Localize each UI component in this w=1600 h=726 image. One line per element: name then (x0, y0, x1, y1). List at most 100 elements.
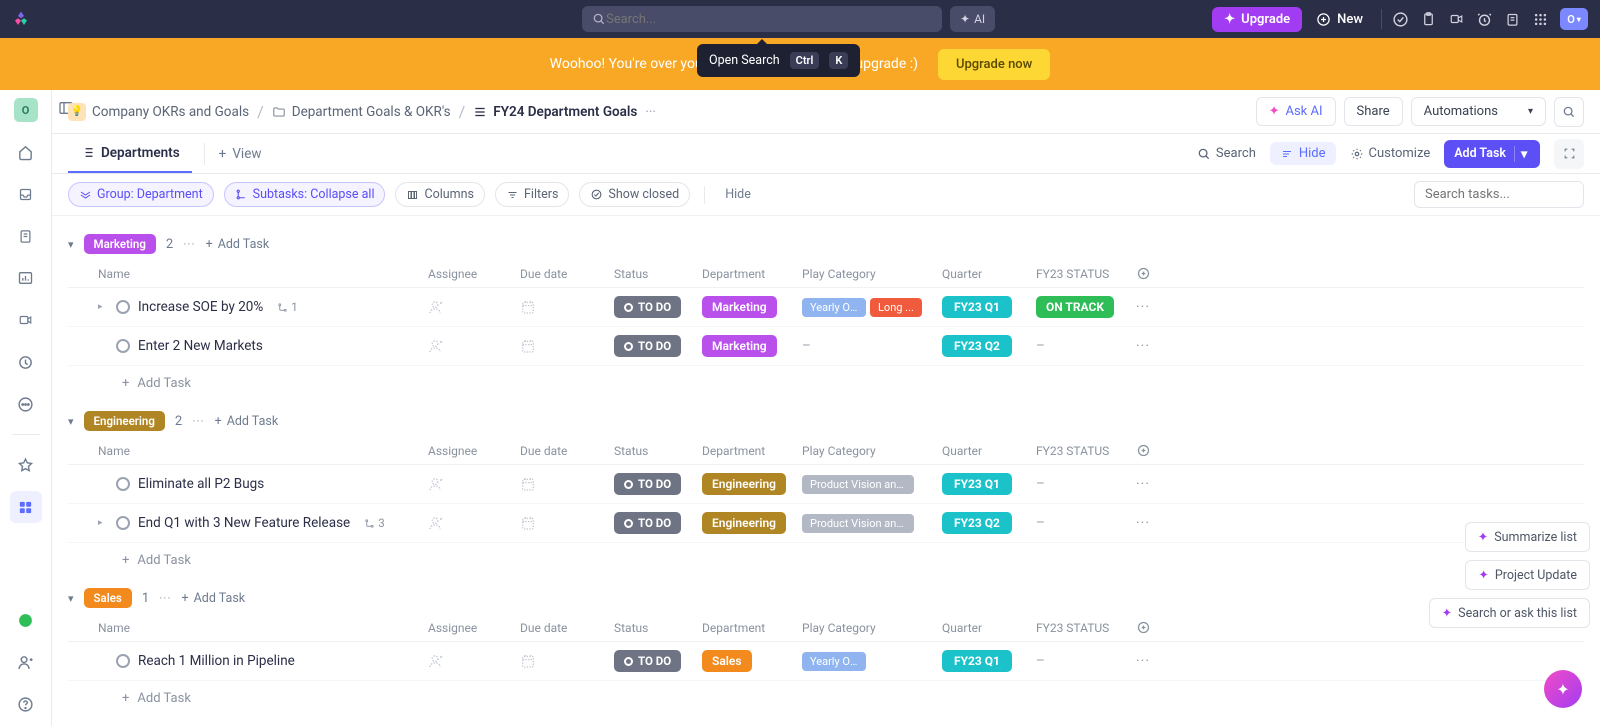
more-icon[interactable] (10, 388, 42, 420)
quarter-pill[interactable]: FY23 Q2 (942, 512, 1012, 534)
view-search[interactable]: Search (1197, 146, 1256, 161)
expand-icon[interactable]: ▸ (98, 302, 108, 312)
apps-grid-icon[interactable] (1526, 5, 1554, 33)
add-column-icon[interactable] (1136, 620, 1166, 635)
task-row[interactable]: Reach 1 Million in Pipeline TO DO Sales … (68, 642, 1584, 681)
task-row[interactable]: Enter 2 New Markets TO DO Marketing – FY… (68, 327, 1584, 366)
invite-icon[interactable] (10, 646, 42, 678)
view-customize[interactable]: Customize (1350, 146, 1431, 161)
col-due[interactable]: Due date (520, 621, 614, 635)
col-fy23[interactable]: FY23 STATUS (1036, 444, 1136, 458)
columns-chip[interactable]: Columns (395, 182, 485, 207)
department-pill[interactable]: Sales (702, 650, 752, 672)
col-department[interactable]: Department (702, 444, 802, 458)
expand-icon[interactable]: ▸ (98, 518, 108, 528)
video-icon[interactable] (1442, 5, 1470, 33)
breadcrumb-more[interactable]: ··· (645, 104, 656, 120)
group-pill[interactable]: Sales (84, 588, 132, 608)
global-search-input[interactable] (606, 12, 932, 27)
col-status[interactable]: Status (614, 444, 702, 458)
summarize-list-button[interactable]: ✦Summarize list (1465, 522, 1590, 552)
status-pill[interactable]: TO DO (614, 335, 681, 357)
search-ask-list-button[interactable]: ✦Search or ask this list (1429, 598, 1590, 628)
status-dot-icon[interactable] (116, 339, 130, 353)
assignee-cell[interactable] (428, 338, 520, 355)
new-button[interactable]: New (1316, 12, 1363, 27)
status-dot-icon[interactable] (116, 516, 130, 530)
task-row[interactable]: ▸ Increase SOE by 20% 1 TO DO Marketing … (68, 288, 1584, 327)
col-due[interactable]: Due date (520, 444, 614, 458)
add-task-row[interactable]: +Add Task (68, 366, 1584, 397)
app-logo-icon[interactable] (12, 10, 30, 28)
col-play[interactable]: Play Category (802, 444, 942, 458)
group-pill[interactable]: Engineering (84, 411, 165, 431)
status-pill[interactable]: TO DO (614, 512, 681, 534)
status-pill[interactable]: TO DO (614, 650, 681, 672)
status-dot-icon[interactable] (116, 654, 130, 668)
group-add-task[interactable]: +Add Task (206, 237, 270, 252)
col-quarter[interactable]: Quarter (942, 444, 1036, 458)
star-icon[interactable] (10, 449, 42, 481)
col-quarter[interactable]: Quarter (942, 267, 1036, 281)
assignee-cell[interactable] (428, 653, 520, 670)
col-name[interactable]: Name (98, 267, 428, 281)
group-add-task[interactable]: +Add Task (182, 591, 246, 606)
fy23-status-pill[interactable]: ON TRACK (1036, 296, 1114, 318)
play-pill[interactable]: Long ... (870, 298, 922, 317)
show-closed-chip[interactable]: Show closed (579, 182, 690, 207)
due-cell[interactable] (520, 338, 614, 354)
col-status[interactable]: Status (614, 621, 702, 635)
search-tasks-input[interactable] (1414, 181, 1584, 208)
assignee-cell[interactable] (428, 476, 520, 493)
upgrade-now-button[interactable]: Upgrade now (938, 49, 1050, 80)
subtask-count[interactable]: 1 (277, 300, 297, 314)
group-pill[interactable]: Marketing (84, 234, 156, 254)
notepad-icon[interactable] (1498, 5, 1526, 33)
play-pill[interactable]: Yearly OKR Sets (802, 652, 866, 671)
workspace-avatar[interactable]: O (14, 98, 38, 122)
search-icon-button[interactable] (1554, 97, 1584, 127)
quarter-pill[interactable]: FY23 Q1 (942, 296, 1012, 318)
ai-button[interactable]: ✦ AI (950, 6, 995, 32)
col-due[interactable]: Due date (520, 267, 614, 281)
automations-button[interactable]: Automations▾ (1411, 97, 1546, 126)
department-pill[interactable]: Marketing (702, 335, 777, 357)
col-play[interactable]: Play Category (802, 621, 942, 635)
status-dot-icon[interactable] (116, 300, 130, 314)
view-tab-departments[interactable]: Departments (68, 134, 192, 173)
status-pill[interactable]: TO DO (614, 296, 681, 318)
row-more-icon[interactable]: ··· (1136, 476, 1166, 492)
col-name[interactable]: Name (98, 621, 428, 635)
col-name[interactable]: Name (98, 444, 428, 458)
subtask-count[interactable]: 3 (364, 516, 384, 530)
spaces-icon[interactable] (10, 491, 42, 523)
col-fy23[interactable]: FY23 STATUS (1036, 621, 1136, 635)
docs-icon[interactable] (10, 220, 42, 252)
expand-icon-button[interactable] (1554, 139, 1584, 169)
task-row[interactable]: ▸ End Q1 with 3 New Feature Release 3 TO… (68, 504, 1584, 543)
ai-fab[interactable]: ✦ (1544, 670, 1582, 708)
subtasks-chip[interactable]: Subtasks: Collapse all (224, 182, 386, 207)
add-task-button[interactable]: Add Task▾ (1444, 140, 1540, 168)
col-assignee[interactable]: Assignee (428, 621, 520, 635)
group-collapse-icon[interactable]: ▾ (68, 415, 74, 428)
due-cell[interactable] (520, 299, 614, 315)
share-button[interactable]: Share (1344, 97, 1403, 126)
add-column-icon[interactable] (1136, 443, 1166, 458)
ask-ai-button[interactable]: ✦Ask AI (1256, 97, 1336, 126)
row-more-icon[interactable]: ··· (1136, 653, 1166, 669)
home-icon[interactable] (10, 136, 42, 168)
col-play[interactable]: Play Category (802, 267, 942, 281)
group-collapse-icon[interactable]: ▾ (68, 238, 74, 251)
status-dot-icon[interactable] (116, 477, 130, 491)
group-more-icon[interactable]: ··· (192, 414, 204, 428)
col-department[interactable]: Department (702, 621, 802, 635)
quarter-pill[interactable]: FY23 Q1 (942, 650, 1012, 672)
due-cell[interactable] (520, 653, 614, 669)
col-assignee[interactable]: Assignee (428, 444, 520, 458)
add-task-row[interactable]: +Add Task (68, 681, 1584, 712)
assignee-cell[interactable] (428, 515, 520, 532)
check-circle-icon[interactable] (1386, 5, 1414, 33)
department-pill[interactable]: Engineering (702, 512, 786, 534)
check-badge-icon[interactable] (10, 604, 42, 636)
